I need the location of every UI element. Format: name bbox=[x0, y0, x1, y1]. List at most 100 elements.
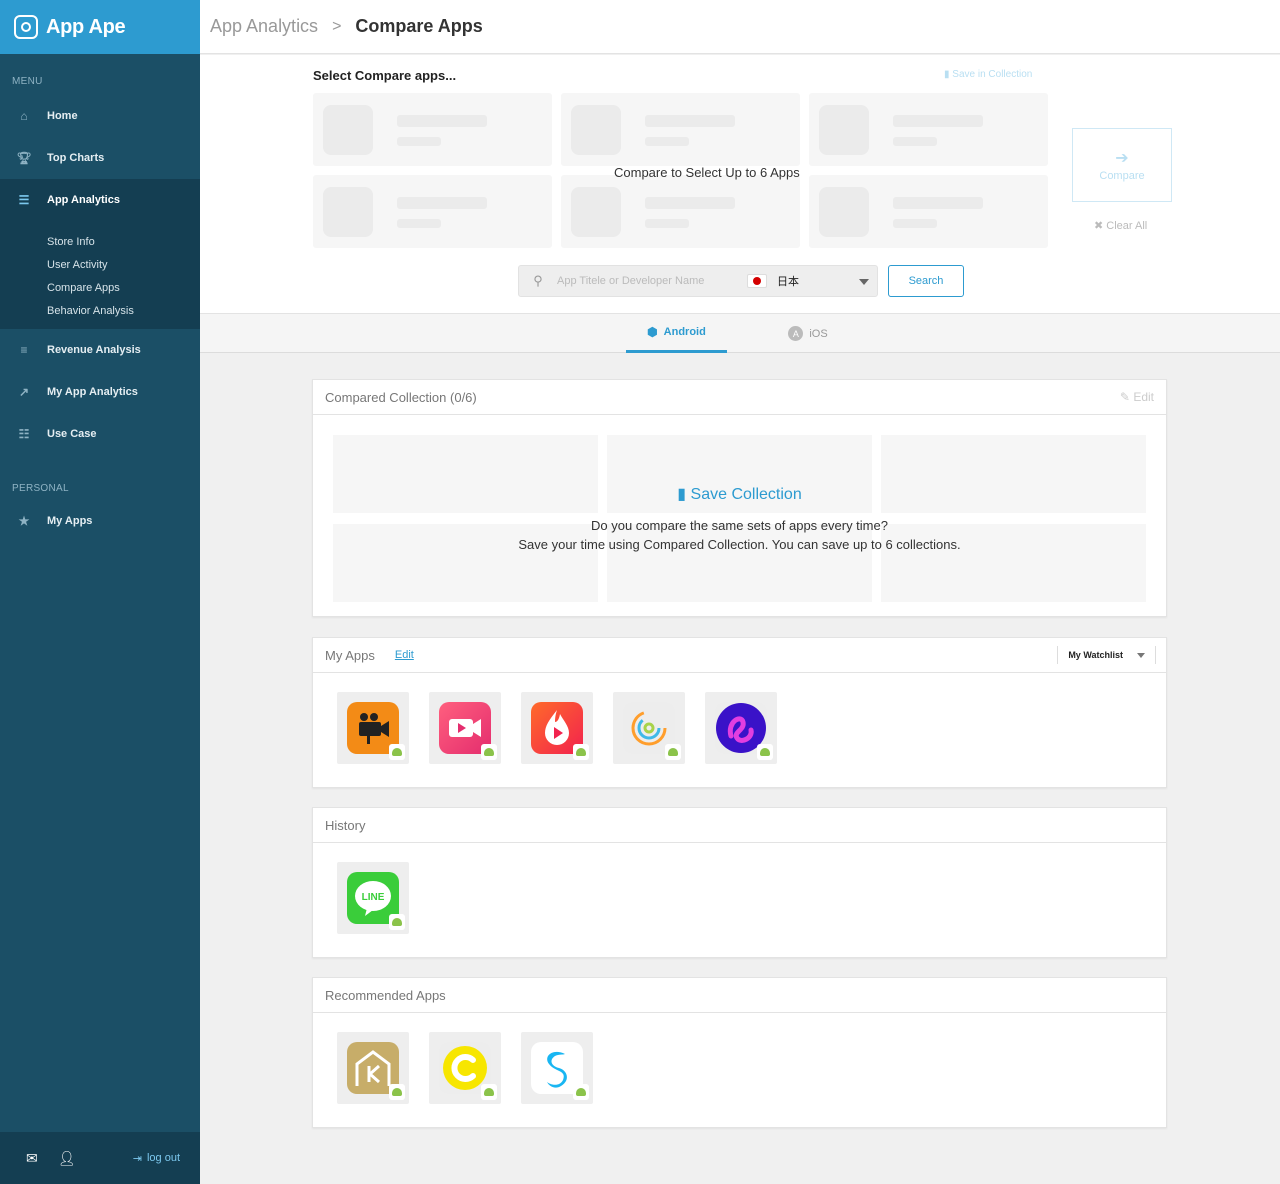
compare-select-area: Select Compare apps... ▮ Save in Collect… bbox=[200, 55, 1280, 313]
history-card: History LINE bbox=[312, 807, 1167, 958]
sidebar-item-revenue-analysis[interactable]: ≡ Revenue Analysis bbox=[0, 329, 200, 371]
compare-button[interactable]: ➔ Compare bbox=[1072, 128, 1172, 202]
collection-desc-line1: Do you compare the same sets of apps eve… bbox=[591, 518, 888, 533]
tab-android[interactable]: ⬢ Android bbox=[626, 314, 727, 353]
sidebar-item-my-app-analytics[interactable]: ↗ My App Analytics bbox=[0, 371, 200, 413]
compare-slot[interactable] bbox=[313, 93, 552, 166]
caret-down-icon bbox=[1137, 653, 1145, 658]
save-collection-button[interactable]: ▮ Save Collection bbox=[313, 484, 1166, 504]
clear-all-label: Clear All bbox=[1106, 220, 1148, 232]
save-in-collection-label: Save in Collection bbox=[952, 69, 1033, 80]
submenu-compare-apps[interactable]: Compare Apps bbox=[0, 277, 200, 300]
card-header: Compared Collection (0/6) ✎ Edit bbox=[313, 380, 1166, 415]
header: App Analytics > Compare Apps bbox=[200, 0, 1280, 54]
card-header: My Apps Edit My Watchlist bbox=[313, 638, 1166, 673]
sidebar-item-use-case[interactable]: ☷ Use Case bbox=[0, 413, 200, 455]
search-icon: ⚲ bbox=[533, 273, 543, 288]
sidebar-item-app-analytics[interactable]: ☰ App Analytics bbox=[0, 179, 200, 221]
sidebar-item-label: My Apps bbox=[47, 515, 93, 527]
app-tile[interactable] bbox=[521, 692, 593, 764]
search-input[interactable] bbox=[557, 275, 737, 287]
database-icon: ≡ bbox=[20, 343, 28, 357]
app-store-icon: A bbox=[788, 326, 804, 341]
watchlist-label: My Watchlist bbox=[1068, 650, 1123, 660]
my-apps-list bbox=[313, 673, 1166, 787]
search-box: ⚲ 日本 bbox=[518, 265, 878, 297]
list-icon: ☷ bbox=[18, 427, 30, 441]
app-tile[interactable] bbox=[521, 1032, 593, 1104]
compare-slot[interactable] bbox=[561, 93, 800, 166]
app-tile[interactable]: LINE bbox=[337, 862, 409, 934]
compare-slot[interactable] bbox=[809, 93, 1048, 166]
collection-body: ▮ Save Collection Do you compare the sam… bbox=[313, 415, 1166, 616]
edit-label: Edit bbox=[1133, 390, 1154, 404]
sidebar-item-label: Revenue Analysis bbox=[47, 344, 141, 356]
chevron-right-icon: > bbox=[332, 17, 342, 35]
compared-collection-card: Compared Collection (0/6) ✎ Edit ▮ Save … bbox=[312, 379, 1167, 617]
android-icon: ⬢ bbox=[647, 325, 658, 339]
sliders-icon: ☰ bbox=[18, 193, 30, 207]
compare-hint: Compare to Select Up to 6 Apps bbox=[614, 165, 800, 180]
sidebar: App Ape MENU ⌂ Home 🏆︎ Top Charts ☰ App … bbox=[0, 0, 200, 1184]
star-icon: ★ bbox=[18, 514, 30, 528]
edit-collection-button[interactable]: ✎ Edit bbox=[1120, 390, 1154, 404]
clear-all-button[interactable]: ✖ Clear All bbox=[1094, 219, 1147, 232]
sidebar-footer: ✉ 👤︎ ⇥ log out bbox=[0, 1132, 200, 1184]
submenu-user-activity[interactable]: User Activity bbox=[0, 254, 200, 277]
mail-icon[interactable]: ✉ bbox=[26, 1150, 38, 1167]
sidebar-item-home[interactable]: ⌂ Home bbox=[0, 95, 200, 137]
app-tile[interactable] bbox=[337, 1032, 409, 1104]
card-header: Recommended Apps bbox=[313, 978, 1166, 1013]
card-title: History bbox=[325, 817, 366, 833]
breadcrumb-app-analytics[interactable]: App Analytics bbox=[210, 16, 318, 37]
android-icon bbox=[481, 1084, 497, 1100]
history-list: LINE bbox=[313, 843, 1166, 957]
tab-ios[interactable]: A iOS bbox=[770, 314, 846, 353]
android-icon bbox=[389, 1084, 405, 1100]
country-select[interactable]: 日本 bbox=[747, 270, 799, 292]
svg-text:LINE: LINE bbox=[362, 892, 385, 903]
submenu-behavior-analysis[interactable]: Behavior Analysis bbox=[0, 300, 200, 323]
trophy-icon: 🏆︎ bbox=[16, 151, 32, 165]
card-title: Recommended Apps bbox=[325, 987, 446, 1003]
compare-slot[interactable] bbox=[561, 175, 800, 248]
compare-slot[interactable] bbox=[809, 175, 1048, 248]
recommended-apps-list bbox=[313, 1013, 1166, 1127]
edit-my-apps-link[interactable]: Edit bbox=[395, 649, 414, 661]
caret-down-icon[interactable] bbox=[859, 279, 869, 285]
user-icon[interactable]: 👤︎ bbox=[58, 1150, 76, 1167]
menu-section-label: MENU bbox=[12, 76, 43, 87]
select-title: Select Compare apps... bbox=[313, 68, 457, 83]
compare-slot[interactable] bbox=[313, 175, 552, 248]
app-tile[interactable] bbox=[705, 692, 777, 764]
android-icon bbox=[757, 744, 773, 760]
sidebar-item-label: App Analytics bbox=[47, 194, 120, 206]
app-tile[interactable] bbox=[429, 1032, 501, 1104]
sidebar-item-label: Use Case bbox=[47, 428, 97, 440]
app-ape-logo-icon bbox=[14, 15, 38, 39]
sidebar-item-label: My App Analytics bbox=[47, 386, 138, 398]
page-title: Compare Apps bbox=[355, 16, 483, 36]
sidebar-item-top-charts[interactable]: 🏆︎ Top Charts bbox=[0, 137, 200, 179]
app-tile[interactable] bbox=[613, 692, 685, 764]
tab-android-label: Android bbox=[663, 326, 706, 338]
brand-logo[interactable]: App Ape bbox=[0, 0, 200, 54]
compare-button-label: Compare bbox=[1099, 170, 1145, 182]
collection-description: Do you compare the same sets of apps eve… bbox=[313, 516, 1166, 554]
app-tile[interactable] bbox=[337, 692, 409, 764]
platform-tabs: ⬢ Android A iOS bbox=[200, 313, 1280, 353]
my-apps-card: My Apps Edit My Watchlist bbox=[312, 637, 1167, 788]
country-name: 日本 bbox=[777, 276, 799, 288]
save-in-collection-link[interactable]: ▮ Save in Collection bbox=[944, 69, 1032, 80]
submenu-store-info[interactable]: Store Info bbox=[0, 231, 200, 254]
watchlist-dropdown[interactable]: My Watchlist bbox=[1057, 646, 1156, 664]
logout-link[interactable]: ⇥ log out bbox=[133, 1152, 180, 1165]
search-button[interactable]: Search bbox=[888, 265, 964, 297]
app-tile[interactable] bbox=[429, 692, 501, 764]
close-icon: ✖ bbox=[1094, 220, 1104, 232]
save-collection-label: Save Collection bbox=[690, 486, 802, 503]
sidebar-item-my-apps[interactable]: ★ My Apps bbox=[0, 500, 200, 542]
tab-ios-label: iOS bbox=[809, 327, 828, 340]
logout-icon: ⇥ bbox=[132, 1152, 142, 1165]
app-analytics-submenu: Store Info User Activity Compare Apps Be… bbox=[0, 221, 200, 329]
